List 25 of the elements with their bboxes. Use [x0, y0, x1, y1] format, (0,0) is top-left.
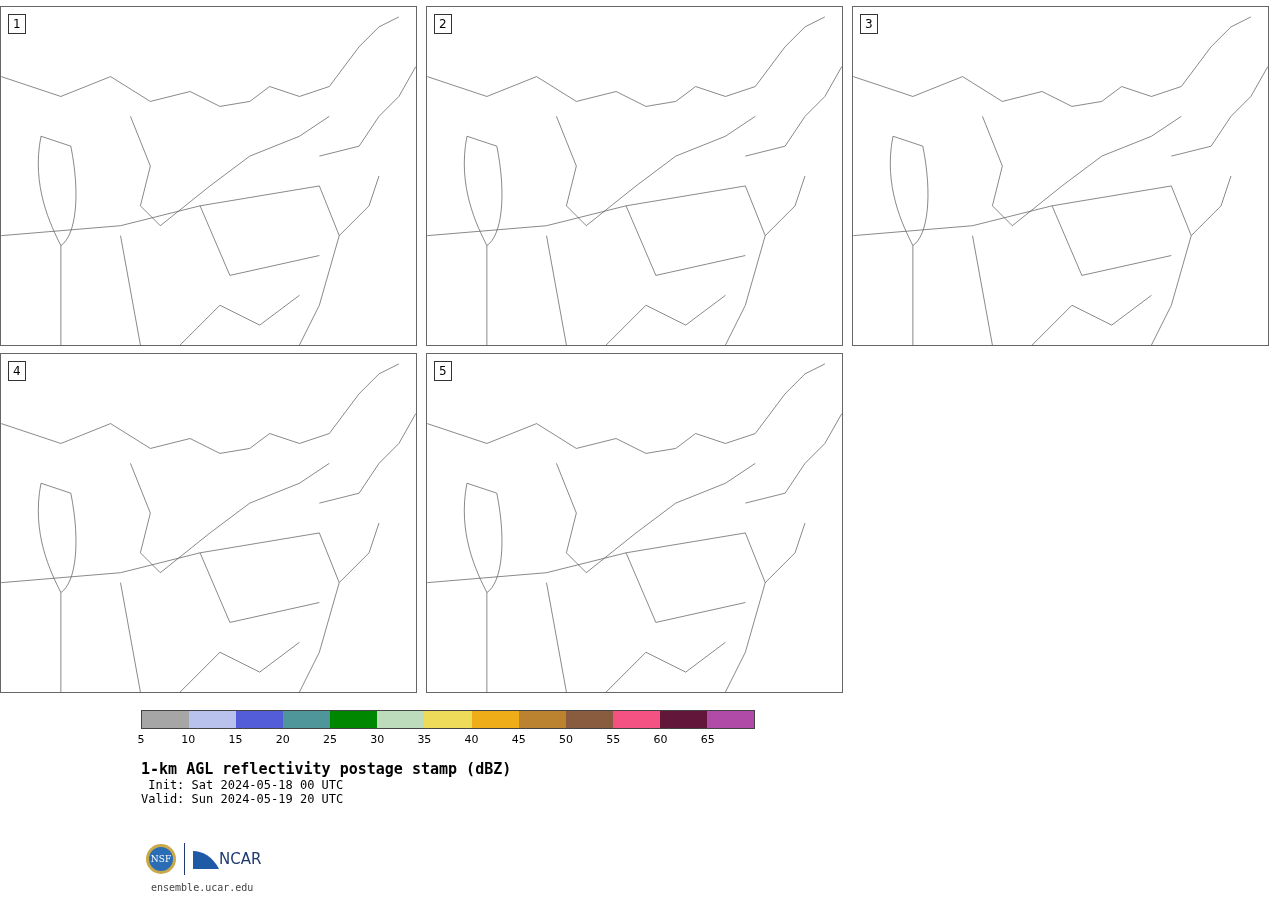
swoosh-icon — [193, 849, 219, 869]
tick-label: 20 — [275, 733, 290, 746]
tick-label: 25 — [322, 733, 337, 746]
tick-label: 45 — [511, 733, 526, 746]
tick-label: 35 — [417, 733, 432, 746]
tick-label: 40 — [464, 733, 479, 746]
tick-label: 10 — [181, 733, 196, 746]
tick-label: 55 — [606, 733, 621, 746]
tick-label: 60 — [653, 733, 668, 746]
panel-number: 5 — [434, 361, 452, 381]
tick-label: 15 — [228, 733, 243, 746]
init-time: Init: Sat 2024-05-18 00 UTC — [147, 778, 345, 792]
panel-number: 4 — [8, 361, 26, 381]
panel-number: 3 — [860, 14, 878, 34]
panel-number: 2 — [434, 14, 452, 34]
tick-label: 50 — [559, 733, 574, 746]
chart-title: 1-km AGL reflectivity postage stamp (dBZ) — [141, 760, 513, 778]
tick-label: 5 — [137, 733, 145, 746]
ncar-logo: NCAR — [219, 850, 262, 868]
panel-number: 1 — [8, 14, 26, 34]
tick-label: 30 — [370, 733, 385, 746]
valid-time: Valid: Sun 2024-05-19 20 UTC — [141, 792, 345, 806]
tick-label: 65 — [700, 733, 715, 746]
nsf-logo: NSF — [146, 844, 176, 874]
website-url: ensemble.ucar.edu — [151, 882, 255, 893]
